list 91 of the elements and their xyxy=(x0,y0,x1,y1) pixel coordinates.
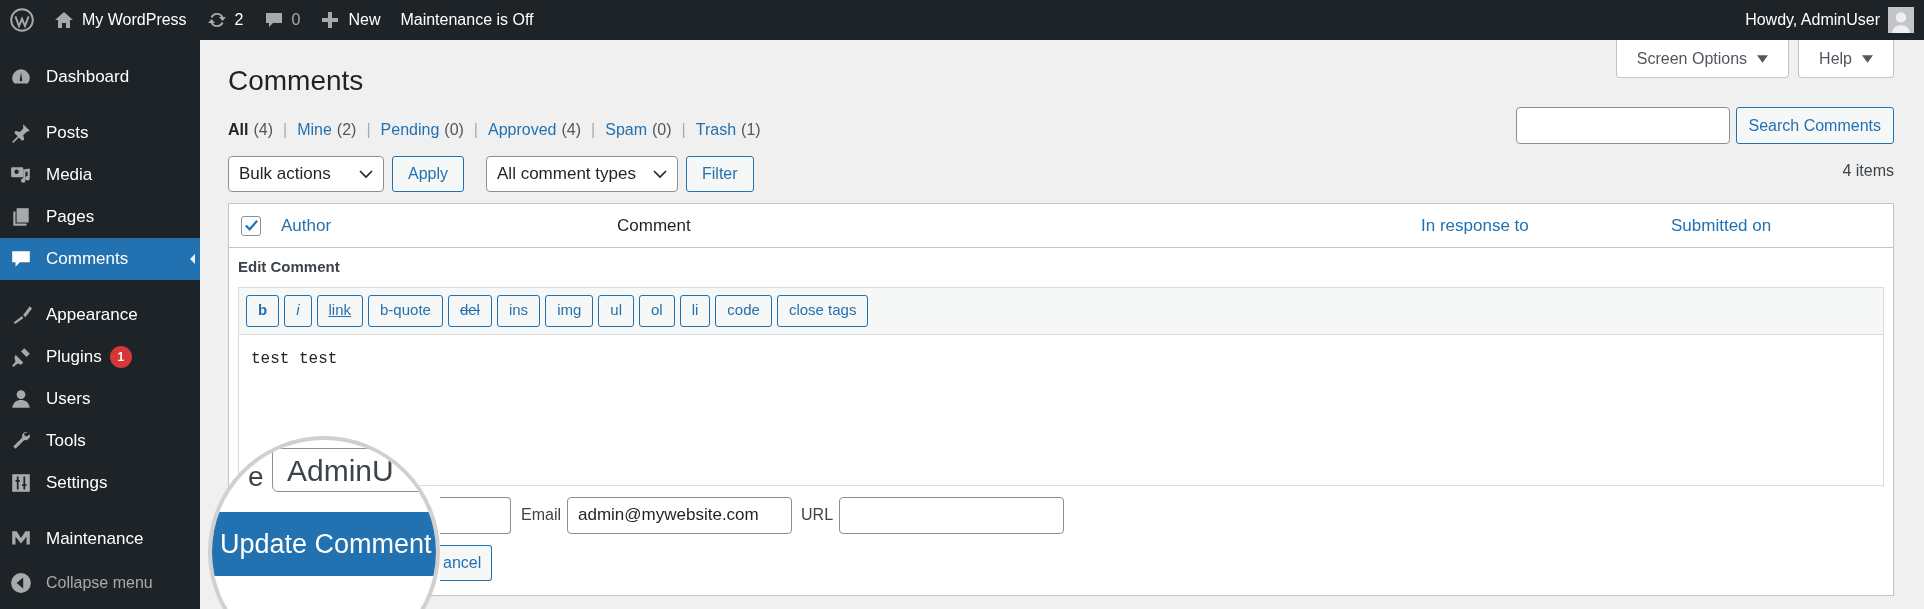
avatar-icon xyxy=(1888,7,1914,33)
new-link[interactable]: New xyxy=(348,8,381,32)
format-button[interactable]: img xyxy=(545,294,594,327)
filter-link[interactable]: Trash xyxy=(695,118,737,142)
format-button[interactable]: b-quote xyxy=(368,294,443,327)
pin-icon xyxy=(10,122,32,144)
updates-count[interactable]: 2 xyxy=(234,8,244,32)
wordpress-logo-icon xyxy=(10,8,34,32)
checkmark-icon xyxy=(243,218,259,233)
column-header-link[interactable]: Submitted on xyxy=(1671,215,1772,235)
sidebar-item[interactable]: Media xyxy=(0,154,200,196)
comment-type-dropdown[interactable]: All comment types xyxy=(486,156,679,192)
caret-icon xyxy=(1757,54,1769,63)
filter-button[interactable]: Filter xyxy=(686,156,754,192)
site-name-link[interactable]: My WordPress xyxy=(82,8,187,32)
url-field[interactable] xyxy=(839,496,1065,534)
media-icon xyxy=(10,164,32,186)
sidebar-item[interactable]: Comments xyxy=(0,238,200,280)
sidebar-item[interactable]: Plugins 1 xyxy=(0,336,200,378)
screen-options-button[interactable]: Screen Options xyxy=(1615,40,1790,78)
sidebar-item[interactable]: Appearance xyxy=(0,294,200,336)
apply-button[interactable]: Apply xyxy=(392,156,465,192)
section-heading: Edit Comment xyxy=(238,257,341,277)
refresh-icon xyxy=(206,10,227,30)
filter-link[interactable]: All xyxy=(228,118,249,142)
separator: | xyxy=(366,120,371,140)
wrench-icon xyxy=(10,430,32,452)
sidebar-item[interactable]: Posts xyxy=(0,112,200,154)
plug-icon xyxy=(10,346,32,368)
filter-link[interactable]: Spam xyxy=(605,118,648,142)
chevron-down-icon xyxy=(653,169,668,179)
format-button[interactable]: i xyxy=(284,294,312,327)
update-comment-button[interactable]: Update Comment xyxy=(212,512,436,576)
filter-count: (1) xyxy=(741,120,761,140)
user-icon xyxy=(10,388,32,410)
sliders-icon xyxy=(10,472,32,494)
maintenance-status-link[interactable]: Maintenance is Off xyxy=(400,8,534,32)
plus-icon xyxy=(320,10,341,30)
column-header-link[interactable]: Author xyxy=(281,215,332,235)
filter-count: (0) xyxy=(652,120,672,140)
pages-icon xyxy=(10,206,32,228)
sidebar-item[interactable]: Settings xyxy=(0,462,200,504)
page-title: Comments xyxy=(228,64,364,98)
separator: | xyxy=(681,120,686,140)
format-button[interactable]: ins xyxy=(496,294,541,327)
cancel-button[interactable]: ancel xyxy=(440,544,492,581)
home-icon xyxy=(54,10,74,30)
url-label: URL xyxy=(801,505,834,525)
separator: | xyxy=(283,120,288,140)
format-button[interactable]: link xyxy=(316,294,364,327)
filter-link[interactable]: Pending xyxy=(380,118,440,142)
filter-link[interactable]: Mine xyxy=(297,118,332,142)
sidebar-item[interactable]: Dashboard xyxy=(0,56,200,98)
sidebar-item[interactable]: Users xyxy=(0,378,200,420)
name-field[interactable] xyxy=(440,496,511,534)
filter-count: (4) xyxy=(561,120,582,140)
sidebar-item[interactable]: Pages xyxy=(0,196,200,238)
format-button[interactable]: li xyxy=(679,294,711,327)
filter-link[interactable]: Approved xyxy=(488,118,557,142)
separator: | xyxy=(591,120,596,140)
comments-count[interactable]: 0 xyxy=(291,8,301,32)
select-all-checkbox[interactable] xyxy=(241,215,261,236)
speech-bubble-icon xyxy=(263,10,284,30)
filter-count: (4) xyxy=(253,120,273,140)
filter-count: (2) xyxy=(336,120,357,140)
separator: | xyxy=(473,120,478,140)
comment-text: test test xyxy=(251,349,338,368)
items-count: 4 items xyxy=(1842,161,1894,181)
help-button[interactable]: Help xyxy=(1798,40,1894,78)
column-header: Comment xyxy=(617,215,691,235)
email-label: Email xyxy=(521,505,561,525)
format-button[interactable]: ol xyxy=(639,294,675,327)
chevron-down-icon xyxy=(359,169,373,179)
filter-count: (0) xyxy=(444,120,464,140)
caret-icon xyxy=(1862,54,1873,63)
search-button[interactable]: Search Comments xyxy=(1735,107,1894,144)
format-button[interactable]: ul xyxy=(598,294,634,327)
email-field[interactable]: admin@mywebsite.com xyxy=(567,496,792,534)
greeting-link[interactable]: Howdy, AdminUser xyxy=(1745,8,1880,32)
bulk-actions-dropdown[interactable]: Bulk actions xyxy=(228,156,384,192)
sidebar-item[interactable]: Maintenance xyxy=(0,518,200,560)
format-button[interactable]: code xyxy=(715,294,772,327)
notification-badge: 1 xyxy=(109,346,132,368)
collapse-icon xyxy=(10,572,32,594)
column-header-link[interactable]: In response to xyxy=(1421,215,1529,235)
collapse-menu-button[interactable]: Collapse menu xyxy=(0,562,200,604)
format-button[interactable]: b xyxy=(246,294,280,327)
format-button[interactable]: del xyxy=(447,294,492,327)
search-field[interactable] xyxy=(1515,107,1730,144)
format-button[interactable]: close tags xyxy=(776,294,869,327)
sidebar-item[interactable]: Tools xyxy=(0,420,200,462)
